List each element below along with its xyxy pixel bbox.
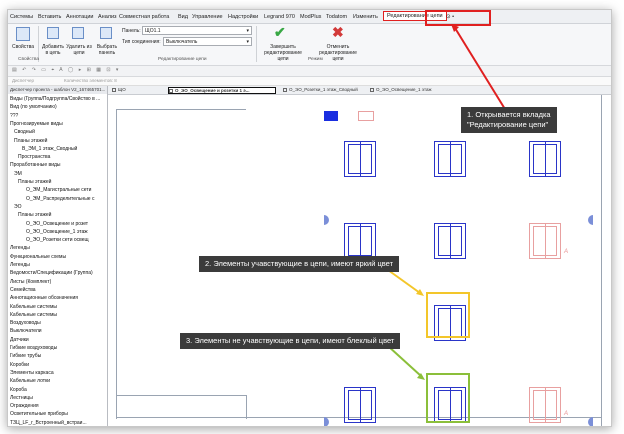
callout-step1: 1. Открывается вкладка "Редактирование ц…	[461, 107, 557, 133]
highlight-faint-element	[426, 373, 470, 423]
arrow-green-line	[387, 345, 422, 377]
callout-step3: 3. Элементы не учавствующие в цепи, имею…	[180, 333, 401, 349]
annotation-arrows	[387, 24, 509, 380]
arrow-yellow-line	[387, 269, 421, 294]
callout-step2: 2. Элементы учавствующие в цепи, имеют я…	[199, 256, 400, 272]
arrow-red-line	[454, 27, 509, 115]
revit-window: Системы Вставить Аннотации Анализ Совмес…	[7, 9, 612, 427]
highlight-bright-element	[426, 292, 470, 338]
callout-step1-line1: 1. Открывается вкладка	[467, 110, 551, 119]
callout-step1-line2: "Редактирование цепи"	[467, 120, 549, 129]
page: Системы Вставить Аннотации Анализ Совмес…	[0, 0, 624, 434]
